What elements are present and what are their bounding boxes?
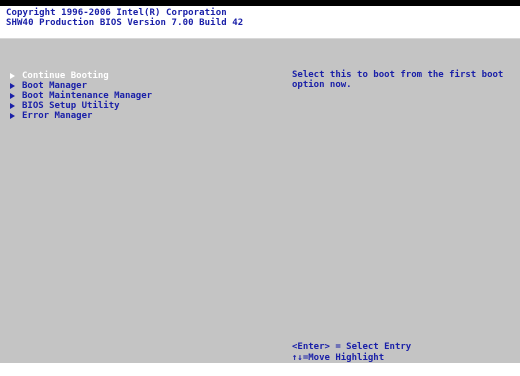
triangle-right-icon xyxy=(10,113,15,119)
boot-menu: Continue Booting Boot Manager Boot Maint… xyxy=(10,71,152,121)
copyright-text: Copyright 1996-2006 Intel(R) Corporation xyxy=(6,8,227,18)
triangle-right-icon xyxy=(10,103,15,109)
menu-item-boot-maintenance-manager[interactable]: Boot Maintenance Manager xyxy=(10,91,152,101)
menu-item-boot-manager[interactable]: Boot Manager xyxy=(10,81,152,91)
bios-version-text: SHW40 Production BIOS Version 7.00 Build… xyxy=(6,18,244,28)
menu-item-label: Boot Maintenance Manager xyxy=(22,91,153,101)
bios-screen: Copyright 1996-2006 Intel(R) Corporation… xyxy=(0,0,520,376)
bottom-bar xyxy=(0,363,520,376)
header: Copyright 1996-2006 Intel(R) Corporation… xyxy=(0,6,520,39)
triangle-right-icon xyxy=(10,83,15,89)
menu-item-bios-setup-utility[interactable]: BIOS Setup Utility xyxy=(10,101,152,111)
menu-item-label: BIOS Setup Utility xyxy=(22,101,120,111)
menu-item-label: Boot Manager xyxy=(22,81,88,91)
triangle-right-icon xyxy=(10,73,15,79)
menu-item-continue-booting[interactable]: Continue Booting xyxy=(10,71,152,81)
menu-item-error-manager[interactable]: Error Manager xyxy=(10,111,152,121)
menu-item-label: Error Manager xyxy=(22,111,93,121)
menu-item-label: Continue Booting xyxy=(22,71,109,81)
help-text: Select this to boot from the first boot … xyxy=(292,70,509,90)
triangle-right-icon xyxy=(10,93,15,99)
key-legend: <Enter> = Select Entry ↑↓=Move Highlight xyxy=(292,342,411,364)
main-panel: Continue Booting Boot Manager Boot Maint… xyxy=(0,39,520,363)
enter-key-hint: <Enter> = Select Entry xyxy=(292,342,412,352)
